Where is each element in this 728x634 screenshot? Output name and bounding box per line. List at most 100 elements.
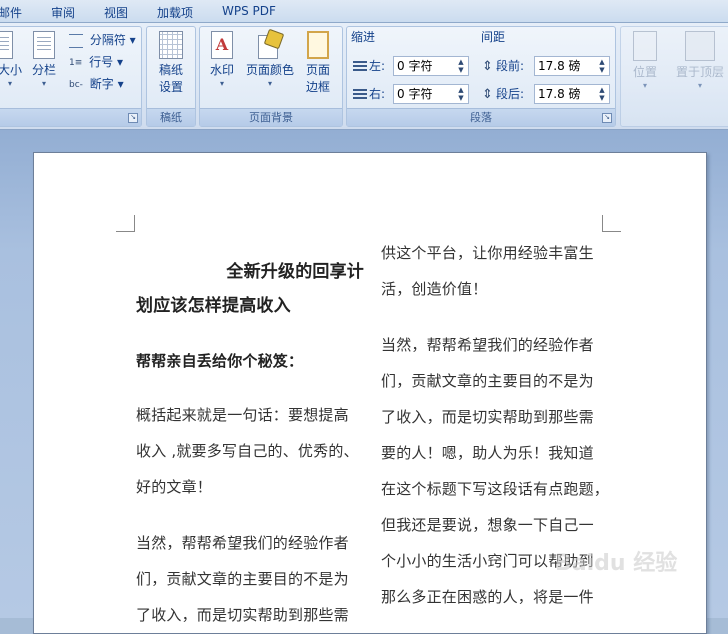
breaks-button[interactable]: 分隔符 ▾	[69, 31, 136, 49]
spin-down-icon[interactable]: ▼	[597, 66, 607, 74]
chevron-down-icon: ▾	[41, 79, 46, 88]
indent-right-text: 右:	[369, 87, 386, 101]
spin-up-icon[interactable]: ▲	[456, 58, 466, 66]
bring-front-icon	[685, 31, 715, 61]
spacing-before-label: 段前:	[482, 56, 525, 77]
tab-mailings[interactable]: 邮件	[0, 4, 22, 21]
indent-right-value: 0 字符	[397, 87, 433, 101]
columns-icon	[33, 31, 55, 59]
text-line: 了收入，而是切实帮助到那些需	[136, 606, 349, 624]
indent-left-label: 左:	[353, 56, 385, 76]
spin-down-icon[interactable]: ▼	[456, 94, 466, 102]
bring-front-label: 置于顶层	[675, 65, 724, 79]
watermark-label: 水印	[209, 63, 234, 77]
spin-down-icon[interactable]: ▼	[597, 94, 607, 102]
indent-left-text: 左:	[369, 59, 386, 73]
ribbon-tab-strip: 邮件 审阅 视图 加载项 WPS PDF	[0, 0, 728, 23]
indent-right-input[interactable]: 0 字符 ▲ ▼	[393, 84, 469, 104]
page-borders-button[interactable]: 页面边框	[300, 31, 336, 96]
indent-left-input[interactable]: 0 字符 ▲ ▼	[393, 56, 469, 76]
text-line: 在这个标题下写这段话有点跑题，	[381, 480, 610, 498]
spin-up-icon[interactable]: ▲	[597, 58, 607, 66]
document-subtitle: 帮帮亲自丢给你个秘笈：	[136, 352, 304, 370]
chevron-down-icon: ▾	[267, 79, 272, 88]
paint-bucket-icon	[258, 28, 285, 59]
paragraph-0: 供这个平台，让你用经验丰富生 活，创造价值！	[381, 235, 631, 307]
page-color-label: 页面颜色	[245, 63, 294, 77]
text-line: 供这个平台，让你用经验丰富生	[381, 244, 594, 262]
spacing-before-value: 17.8 磅	[538, 59, 581, 73]
ribbon: 大小 ▾ 分栏 ▾ 分隔符 ▾ 1≡ 行号 ▾ bc- 断字 ▾ ↘ 稿纸设置 …	[0, 23, 728, 130]
manuscript-grid-icon	[159, 31, 183, 59]
hyphenation-icon: bc-	[69, 79, 83, 90]
manuscript-settings-button[interactable]: 稿纸设置	[151, 31, 191, 96]
page-size-icon	[0, 31, 13, 59]
bring-front-button[interactable]: 置于顶层 ▾	[665, 31, 728, 91]
document-title-line1: 全新升级的回享计	[226, 262, 364, 282]
spacing-after-icon	[482, 85, 494, 105]
text-line: 那么多正在困惑的人，将是一件	[381, 588, 594, 606]
spacing-after-label: 段后:	[482, 84, 525, 105]
chevron-down-icon: ▾	[697, 81, 702, 90]
group-manuscript-label: 稿纸	[147, 108, 195, 126]
tab-view[interactable]: 视图	[104, 4, 128, 21]
text-line: 们，贡献文章的主要目的不是为	[381, 372, 594, 390]
spacing-before-input[interactable]: 17.8 磅 ▲ ▼	[534, 56, 610, 76]
page-break-icon	[69, 33, 83, 48]
size-button[interactable]: 大小 ▾	[0, 31, 23, 89]
text-line: 概括起来就是一句话：要想提高	[136, 406, 349, 424]
position-label: 位置	[632, 65, 657, 79]
chevron-down-icon: ▾	[642, 81, 647, 90]
columns-label: 分栏	[31, 63, 56, 77]
hyphenation-button[interactable]: bc- 断字 ▾	[69, 75, 124, 93]
group-page-setup: 大小 ▾ 分栏 ▾ 分隔符 ▾ 1≡ 行号 ▾ bc- 断字 ▾ ↘	[0, 26, 142, 127]
dialog-launcher-icon[interactable]: ↘	[128, 113, 138, 123]
spacing-after-text: 段后:	[496, 87, 525, 101]
document-title-line2: 划应该怎样提高收入	[136, 296, 291, 316]
group-arrange: 位置 ▾ 置于顶层 ▾	[620, 26, 728, 127]
left-column: 全新升级的回享计 划应该怎样提高收入 帮帮亲自丢给你个秘笈： 概括起来就是一句话…	[136, 255, 364, 633]
hyphenation-label: 断字	[89, 77, 114, 91]
spin-down-icon[interactable]: ▼	[456, 66, 466, 74]
watermark-icon: A	[211, 31, 233, 59]
indent-heading: 缩进	[351, 30, 376, 44]
spacing-before-icon	[482, 57, 494, 77]
dialog-launcher-icon[interactable]: ↘	[602, 113, 612, 123]
crop-mark-top-right	[602, 215, 621, 232]
spin-up-icon[interactable]: ▲	[456, 86, 466, 94]
text-line: 收入 ,就要多写自己的、优秀的、	[136, 442, 359, 460]
tab-review[interactable]: 审阅	[51, 4, 75, 21]
page-border-icon	[307, 31, 329, 59]
page-color-button[interactable]: 页面颜色 ▾	[242, 28, 298, 89]
tab-addins[interactable]: 加载项	[157, 4, 193, 21]
line-numbers-button[interactable]: 1≡ 行号 ▾	[69, 53, 123, 71]
position-button[interactable]: 位置 ▾	[625, 31, 665, 91]
text-line: 活，创造价值！	[381, 280, 488, 298]
spacing-before-text: 段前:	[496, 59, 525, 73]
paragraph-1: 概括起来就是一句话：要想提高 收入 ,就要多写自己的、优秀的、 好的文章！	[136, 397, 364, 505]
watermark-button[interactable]: A 水印 ▾	[204, 31, 240, 89]
text-line: 但我还是要说，想象一下自己一	[381, 516, 594, 534]
tab-wps-pdf[interactable]: WPS PDF	[222, 4, 276, 18]
text-line: 当然，帮帮希望我们的经验作者	[381, 336, 594, 354]
spacing-after-input[interactable]: 17.8 磅 ▲ ▼	[534, 84, 610, 104]
group-manuscript: 稿纸设置 稿纸	[146, 26, 196, 127]
size-label: 大小	[0, 63, 22, 77]
crop-mark-top-left	[116, 215, 135, 232]
breaks-label: 分隔符	[89, 33, 126, 47]
text-line: 好的文章！	[136, 478, 213, 496]
group-page-background: A 水印 ▾ 页面颜色 ▾ 页面边框 页面背景	[199, 26, 343, 127]
group-paragraph-label: 段落	[347, 108, 615, 126]
baidu-watermark: Baidu 经验	[555, 551, 678, 576]
spacing-after-value: 17.8 磅	[538, 87, 581, 101]
page-borders-label: 页面边框	[305, 63, 330, 94]
indent-right-label: 右:	[353, 84, 385, 104]
manuscript-settings-label: 稿纸设置	[158, 63, 183, 94]
chevron-down-icon: ▾	[219, 79, 224, 88]
columns-button[interactable]: 分栏 ▾	[29, 31, 59, 89]
group-page-setup-footer	[0, 108, 141, 126]
spin-up-icon[interactable]: ▲	[597, 86, 607, 94]
position-icon	[633, 31, 657, 61]
paragraph-2: 当然，帮帮希望我们的经验作者 们，贡献文章的主要目的不是为 了收入，而是切实帮助…	[136, 525, 364, 633]
indent-left-value: 0 字符	[397, 59, 433, 73]
